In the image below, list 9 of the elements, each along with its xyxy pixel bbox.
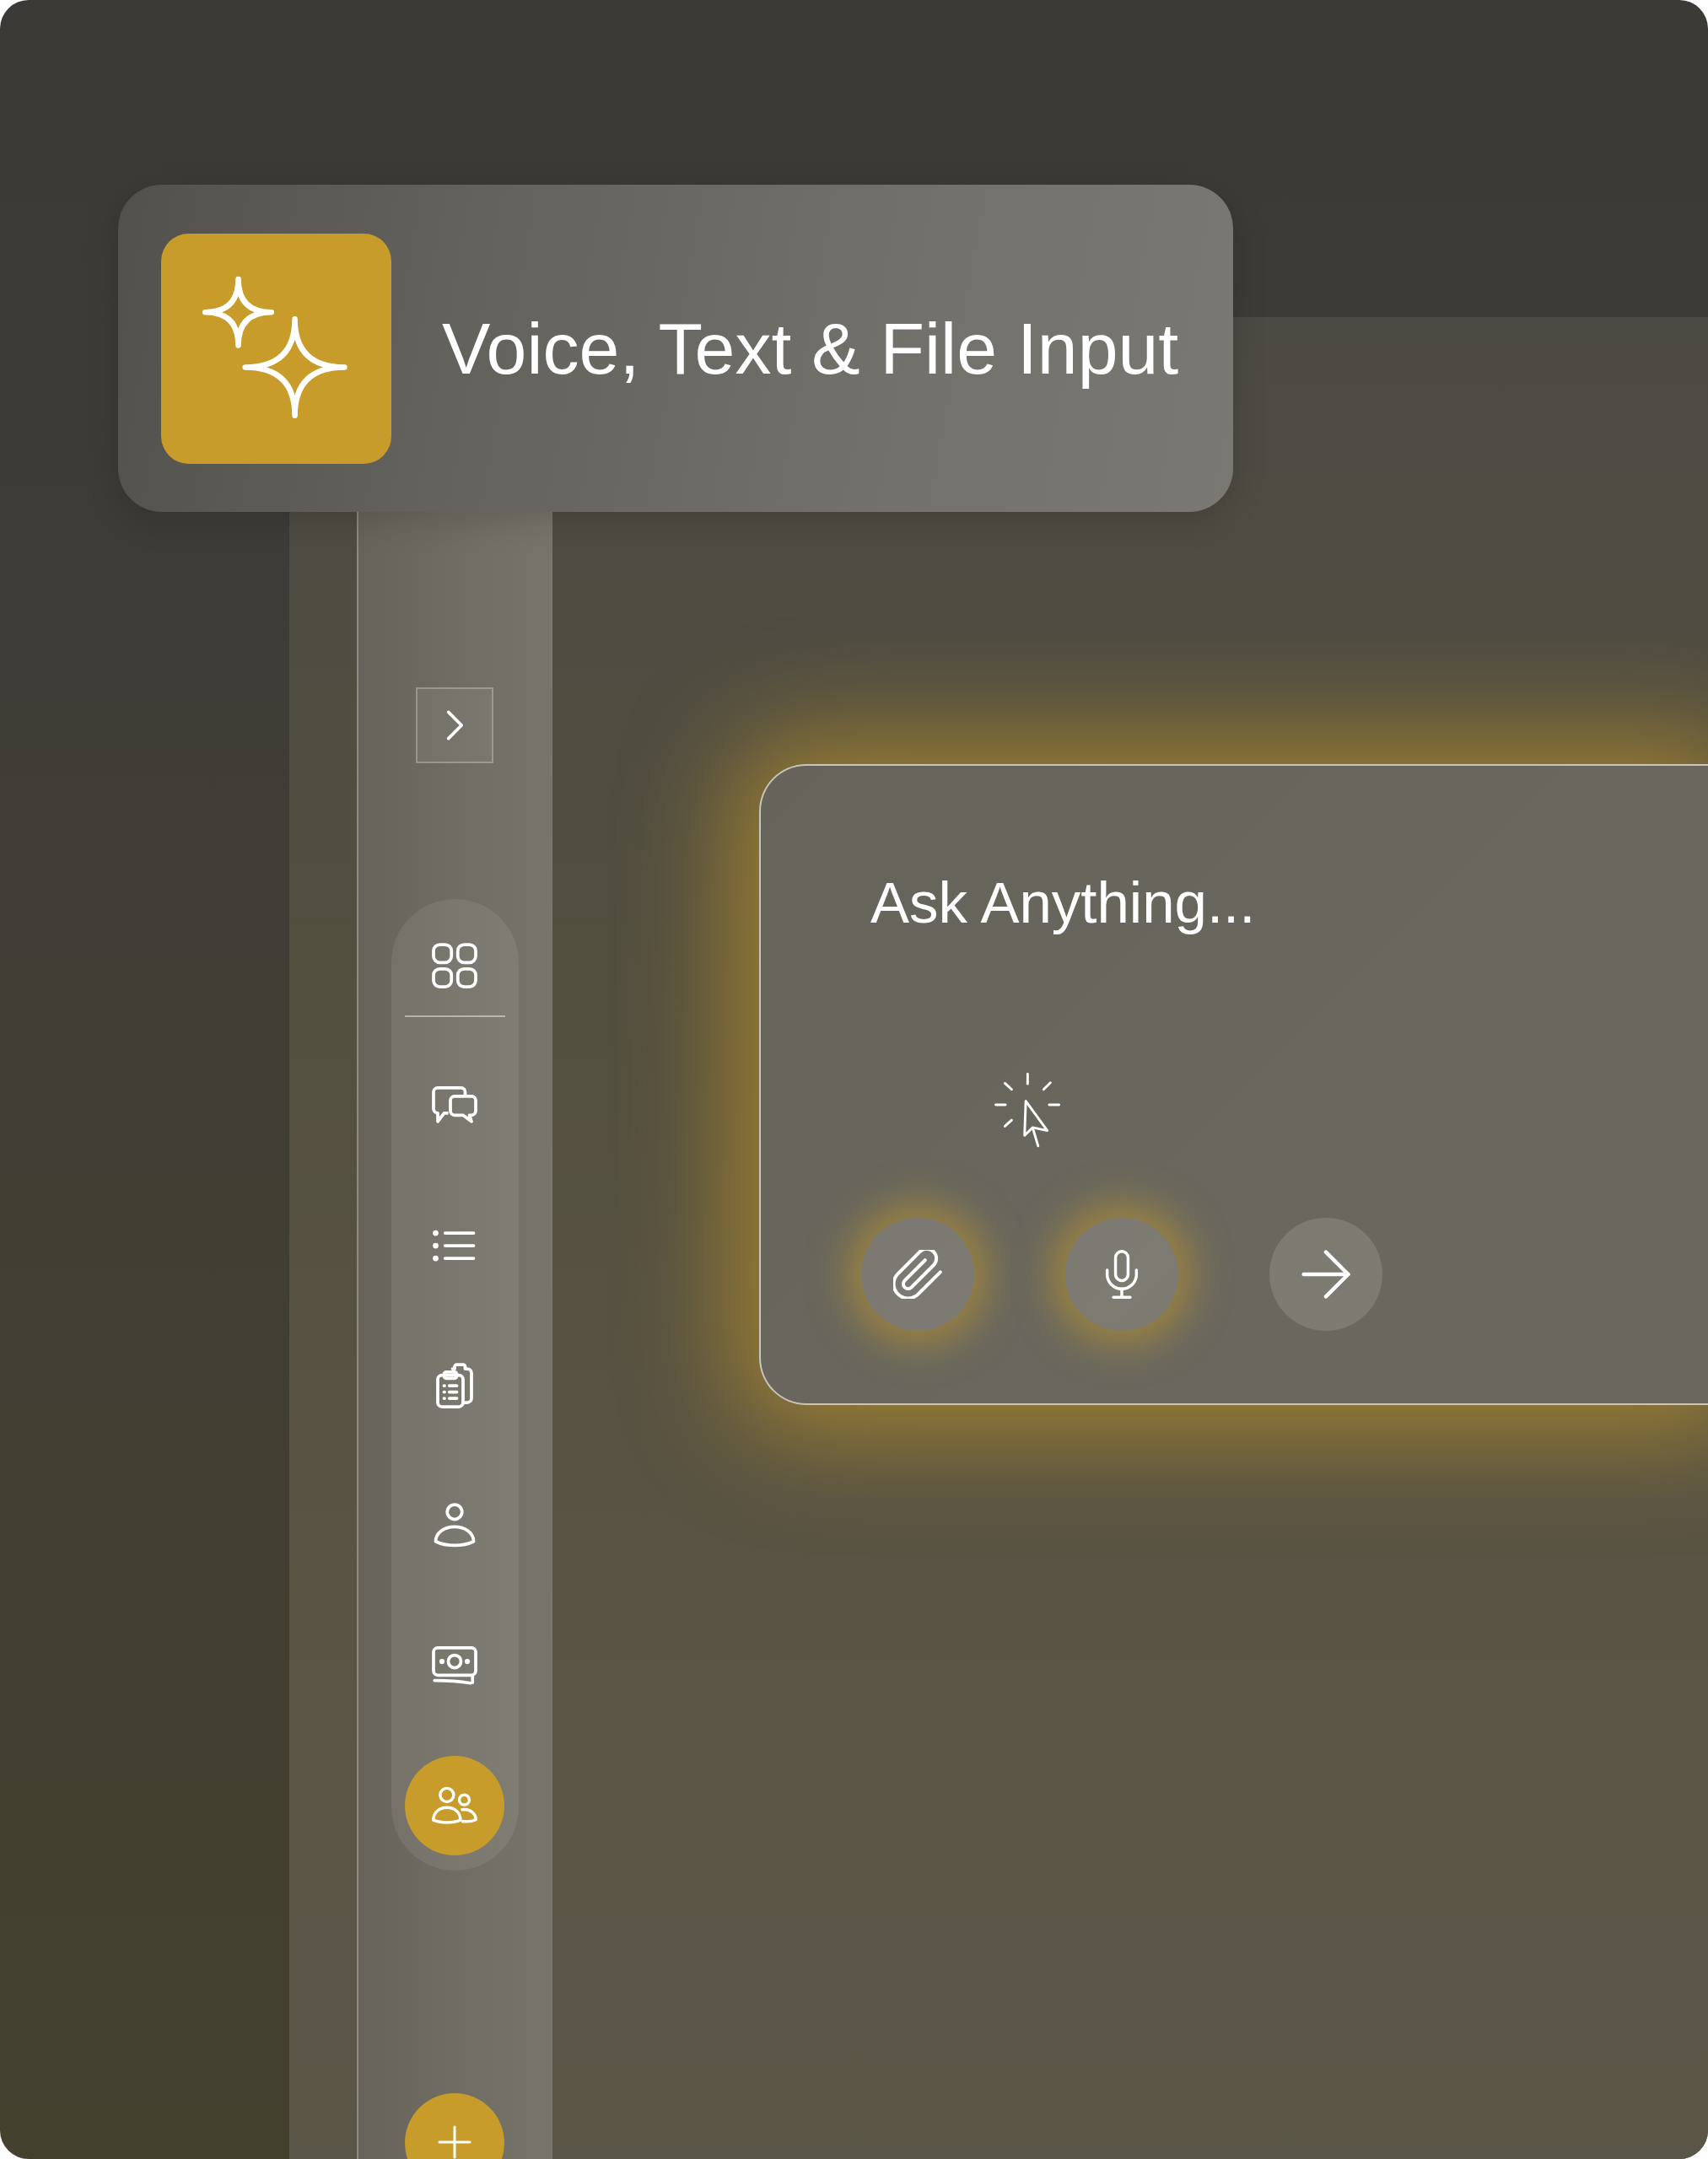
- paperclip-icon: [893, 1250, 942, 1299]
- sparkles-icon: [161, 233, 391, 464]
- plus-icon: [438, 2125, 471, 2159]
- header-title: Voice, Text & File Input: [442, 306, 1179, 390]
- chevron-right-icon: [445, 709, 464, 741]
- cursor-click-icon: [994, 1073, 1060, 1148]
- user-icon: [432, 1503, 477, 1548]
- grid-icon: [432, 943, 477, 988]
- prompt-input[interactable]: Ask Anything...: [870, 860, 1478, 945]
